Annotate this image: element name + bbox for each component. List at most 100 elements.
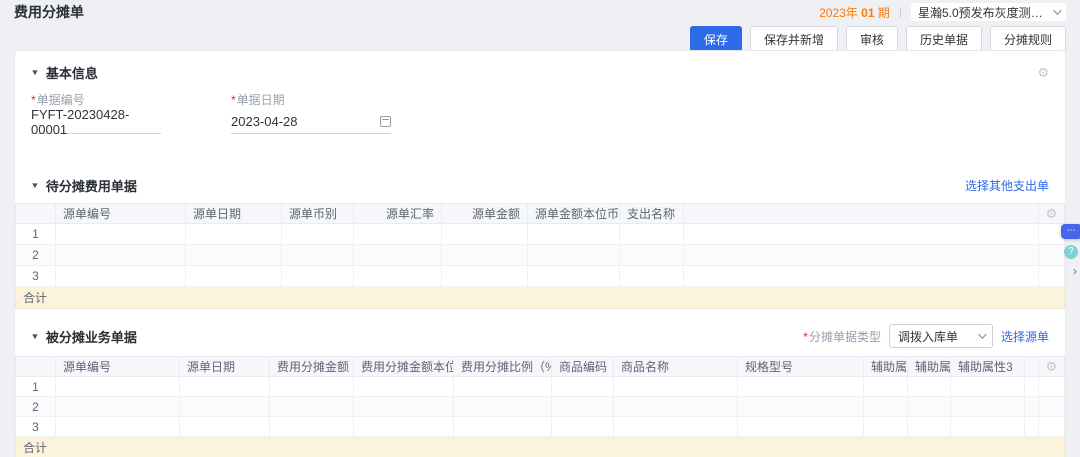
chat-feedback-icon[interactable]: ⋯ (1061, 224, 1080, 239)
cell[interactable] (614, 397, 738, 417)
save-and-new-button[interactable]: 保存并新增 (750, 26, 838, 52)
cell[interactable] (56, 377, 180, 397)
cell (684, 224, 1039, 245)
cell[interactable] (951, 377, 1025, 397)
cell[interactable] (56, 224, 186, 245)
cell[interactable] (442, 245, 528, 266)
cell[interactable] (908, 417, 951, 437)
cell[interactable] (620, 224, 684, 245)
cell[interactable] (354, 266, 442, 287)
cell[interactable] (186, 245, 282, 266)
cell (1039, 397, 1065, 417)
account-set-label: 星瀚5.0预发布灰度测试账套（全... (918, 4, 1046, 21)
basic-info-title[interactable]: ▼ 基本信息 (31, 63, 98, 82)
settings-gear-icon[interactable]: ⚙ (1037, 66, 1049, 79)
business-total-row: 合计 (16, 437, 1065, 457)
collapse-triangle-icon: ▼ (30, 68, 39, 77)
cell[interactable] (864, 417, 908, 437)
help-icon[interactable]: ? (1064, 245, 1078, 259)
allocation-rule-button[interactable]: 分摊规则 (990, 26, 1066, 52)
expense-row-1: 1 (16, 224, 1065, 245)
cell[interactable] (614, 377, 738, 397)
cell[interactable] (180, 397, 270, 417)
cell[interactable] (354, 224, 442, 245)
cell[interactable] (454, 397, 552, 417)
main-card: ▼ 基本信息 ⚙ *单据编号 FYFT-20230428-00001 *单据日期… (14, 50, 1066, 457)
expense-header-row: 源单编号 源单日期 源单币别 源单汇率 源单金额 源单金额本位币 支出名称 ⚙ (16, 204, 1065, 224)
col-alloc-amount-base: 费用分摊金额本位币 (354, 357, 454, 377)
cell (1039, 377, 1065, 397)
cell[interactable] (614, 417, 738, 437)
business-row-1: 1 (16, 377, 1065, 397)
cell[interactable] (908, 377, 951, 397)
cell[interactable] (270, 377, 354, 397)
account-set-select[interactable]: 星瀚5.0预发布灰度测试账套（全... (911, 3, 1066, 21)
cell[interactable] (951, 417, 1025, 437)
cell[interactable] (620, 245, 684, 266)
cell[interactable] (282, 266, 354, 287)
cell[interactable] (864, 397, 908, 417)
cell[interactable] (454, 377, 552, 397)
cell[interactable] (864, 377, 908, 397)
cell[interactable] (270, 397, 354, 417)
cell[interactable] (442, 224, 528, 245)
cell[interactable] (270, 417, 354, 437)
cell[interactable] (528, 245, 620, 266)
cell[interactable] (56, 417, 180, 437)
cell[interactable] (56, 397, 180, 417)
cell[interactable] (738, 397, 864, 417)
cell (684, 266, 1039, 287)
basic-info-title-label: 基本信息 (46, 63, 98, 82)
col-spec-model: 规格型号 (738, 357, 864, 377)
table-gear-icon[interactable]: ⚙ (1046, 359, 1058, 374)
doc-no-input[interactable]: FYFT-20230428-00001 (31, 110, 161, 134)
cell[interactable] (354, 245, 442, 266)
expand-chevron-icon[interactable]: › (1073, 265, 1077, 277)
save-button[interactable]: 保存 (690, 26, 742, 52)
page-title: 费用分摊单 (14, 2, 84, 22)
cell[interactable] (908, 397, 951, 417)
doc-date-label: *单据日期 (231, 91, 391, 108)
doc-date-input[interactable]: 2023-04-28 (231, 110, 391, 134)
history-docs-button[interactable]: 历史单据 (906, 26, 982, 52)
cell[interactable] (454, 417, 552, 437)
cell[interactable] (282, 224, 354, 245)
select-other-expense-link[interactable]: 选择其他支出单 (965, 177, 1049, 194)
expense-section-title[interactable]: ▼ 待分摊费用单据 (31, 176, 137, 195)
audit-button[interactable]: 审核 (846, 26, 898, 52)
cell[interactable] (552, 377, 614, 397)
col-aux-attr-1: 辅助属性1 (864, 357, 908, 377)
calendar-icon[interactable] (380, 116, 391, 127)
table-gear-icon[interactable]: ⚙ (1046, 206, 1058, 221)
cell[interactable] (528, 266, 620, 287)
cell[interactable] (282, 245, 354, 266)
cell[interactable] (56, 266, 186, 287)
cell[interactable] (620, 266, 684, 287)
cell[interactable] (738, 377, 864, 397)
cell[interactable] (180, 417, 270, 437)
cell[interactable] (738, 417, 864, 437)
row-number: 2 (16, 245, 56, 266)
cell[interactable] (186, 266, 282, 287)
business-section-title-label: 被分摊业务单据 (46, 327, 137, 346)
cell[interactable] (56, 245, 186, 266)
cell[interactable] (354, 377, 454, 397)
cell[interactable] (951, 397, 1025, 417)
cell (1025, 377, 1039, 397)
cell[interactable] (354, 397, 454, 417)
expense-section-header: ▼ 待分摊费用单据 选择其他支出单 (15, 176, 1065, 195)
cell[interactable] (180, 377, 270, 397)
cell[interactable] (528, 224, 620, 245)
allocation-type-select[interactable]: 调拨入库单 (889, 324, 993, 348)
cell[interactable] (354, 417, 454, 437)
expense-total-row: 合计 (16, 287, 1065, 309)
business-section-title[interactable]: ▼ 被分摊业务单据 (31, 327, 137, 346)
cell[interactable] (186, 224, 282, 245)
cell[interactable] (552, 417, 614, 437)
col-aux-attr-3: 辅助属性3 (951, 357, 1025, 377)
row-number: 1 (16, 377, 56, 397)
col-source-amount-base: 源单金额本位币 (528, 204, 620, 224)
cell[interactable] (442, 266, 528, 287)
select-source-doc-link[interactable]: 选择源单 (1001, 328, 1049, 345)
cell[interactable] (552, 397, 614, 417)
